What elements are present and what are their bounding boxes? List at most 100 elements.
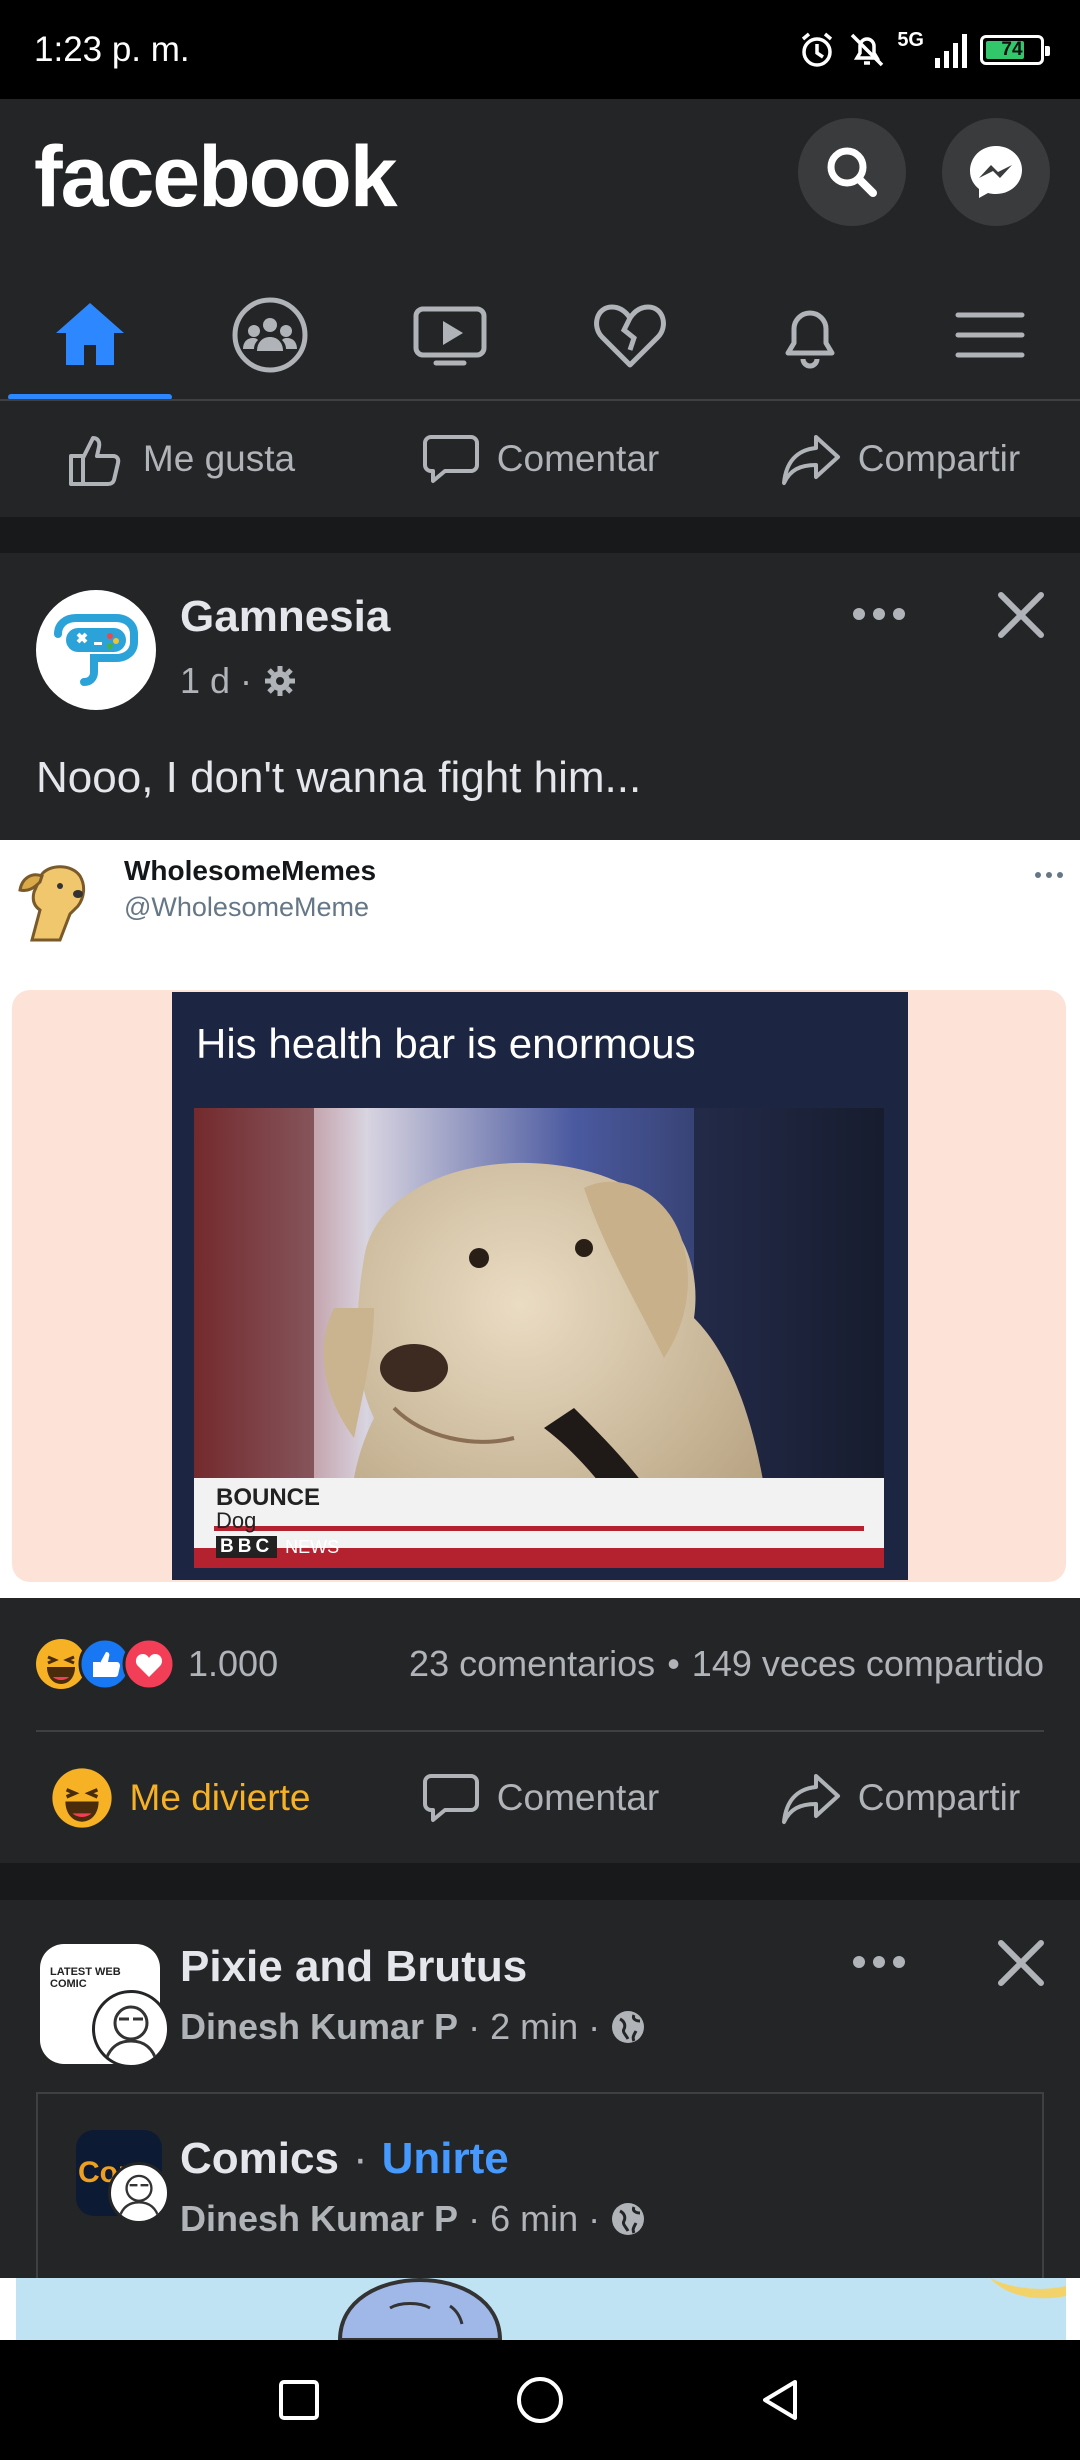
shared-group-line: Comics · Unirte [180, 2134, 509, 2184]
post-meta: 1 d · [180, 660, 298, 702]
gear-icon [265, 666, 296, 696]
reaction-button[interactable]: Me divierte [0, 1740, 360, 1856]
dog-avatar-icon [18, 865, 86, 942]
tab-groups[interactable] [180, 270, 360, 400]
meme-text: His health bar is enormous [196, 1020, 696, 1067]
globe-icon [612, 2203, 645, 2235]
signal-icon [935, 34, 967, 68]
post2-title[interactable]: Pixie and Brutus [180, 1942, 527, 1992]
news-label: NEWS [285, 1536, 340, 1557]
meta-separator: · [240, 660, 253, 701]
video-icon [413, 306, 487, 366]
battery-level: 74 [1001, 39, 1023, 60]
close-icon[interactable] [996, 590, 1046, 640]
share-button[interactable]: Compartir [720, 401, 1080, 517]
meta-separator: · [588, 2198, 601, 2239]
recents-icon[interactable] [277, 2378, 321, 2422]
join-group-link[interactable]: Unirte [382, 2134, 509, 2184]
share-count[interactable]: 149 veces compartido [692, 1643, 1044, 1685]
tab-notifications[interactable] [720, 270, 900, 400]
shared-author[interactable]: Dinesh Kumar P [180, 2198, 458, 2240]
status-time: 1:23 p. m. [34, 30, 190, 69]
more-options-icon[interactable] [852, 604, 906, 624]
home-nav-icon[interactable] [515, 2375, 565, 2425]
home-icon [56, 303, 124, 365]
tweet-avatar [12, 854, 102, 944]
post-image[interactable]: WholesomeMemes @WholesomeMeme His health… [0, 840, 1080, 1598]
shared-group-name[interactable]: Comics [180, 2134, 339, 2184]
post2-time: 2 min [490, 2006, 579, 2047]
menu-icon [955, 312, 1025, 358]
post2-meta: Dinesh Kumar P · 2 min · [180, 2006, 646, 2048]
share-label: Compartir [857, 1777, 1021, 1818]
search-icon [827, 147, 877, 197]
meme-panel: His health bar is enormous BOUNCE Dog BB… [172, 992, 908, 1580]
page-avatar[interactable] [36, 590, 156, 710]
post-caption: Nooo, I don't wanna fight him... [36, 753, 642, 802]
engagement-counts: 23 comentarios • 149 veces compartido [409, 1643, 1044, 1685]
share-icon [781, 435, 840, 485]
tab-home[interactable] [0, 270, 180, 400]
person-sketch-icon [117, 2174, 161, 2220]
post-action-bar: Me divierte Comentar Compartir [0, 1740, 1080, 1856]
gamnesia-logo-icon [54, 614, 138, 686]
comment-icon [422, 1774, 479, 1822]
search-button[interactable] [798, 118, 906, 226]
share-button-2[interactable]: Compartir [720, 1740, 1080, 1856]
meta-separator: · [468, 2006, 481, 2047]
tab-watch[interactable] [360, 270, 540, 400]
bbc-logo: BBC [216, 1536, 278, 1558]
tweet-more-icon [1035, 872, 1063, 878]
comment-count[interactable]: 23 comentarios [409, 1643, 655, 1685]
comment-icon [422, 435, 479, 483]
person-sketch-icon [103, 2005, 159, 2064]
share-label: Compartir [857, 438, 1021, 479]
love-reaction-icon [122, 1637, 176, 1691]
like-label: Me gusta [142, 438, 296, 479]
reactions-summary[interactable]: 1.000 [34, 1637, 278, 1691]
bbc-news-logo: BBC NEWS [216, 1536, 339, 1558]
comment-button-2[interactable]: Comentar [360, 1740, 720, 1856]
shared-post-meta: Dinesh Kumar P · 6 min · [180, 2198, 646, 2240]
messenger-icon [970, 146, 1022, 198]
page-name[interactable]: Gamnesia [180, 592, 390, 642]
share-icon [781, 1774, 840, 1824]
bell-icon [785, 310, 835, 369]
thumbs-up-icon [68, 436, 121, 486]
post2-author-avatar[interactable] [92, 1990, 170, 2068]
meta-separator: · [588, 2006, 601, 2047]
meta-separator: · [352, 2134, 368, 2183]
post2-author[interactable]: Dinesh Kumar P [180, 2006, 458, 2048]
messenger-button[interactable] [942, 118, 1050, 226]
tweet-display-name: WholesomeMemes [124, 855, 377, 886]
comment-label: Comentar [496, 1777, 660, 1818]
comment-label: Comentar [496, 438, 660, 479]
shared-author-avatar[interactable] [108, 2162, 170, 2224]
post-time: 1 d [180, 660, 231, 701]
facebook-logo: facebook [34, 129, 398, 225]
previous-post-action-bar: Me gusta Comentar Compartir [0, 401, 1080, 517]
reactions-divider [36, 1730, 1044, 1732]
comment-button[interactable]: Comentar [360, 401, 720, 517]
haha-emoji-icon [51, 1768, 112, 1828]
engagement-separator: • [667, 1643, 680, 1684]
system-nav-bar [0, 2340, 1080, 2460]
shared-time: 6 min [490, 2198, 579, 2239]
meta-separator: · [468, 2198, 481, 2239]
main-tabs [0, 270, 1080, 400]
post2-avatar-text: LATEST WEB COMIC [50, 1966, 121, 1990]
tab-dating[interactable] [540, 270, 720, 400]
shared-post-image[interactable] [0, 2278, 1080, 2340]
like-button[interactable]: Me gusta [0, 401, 360, 517]
battery-icon: 74 [980, 35, 1050, 65]
status-bar: 1:23 p. m. 5G 74 [0, 0, 1080, 99]
back-icon[interactable] [759, 2378, 803, 2422]
groups-icon [232, 297, 308, 373]
heart-icon [594, 304, 666, 368]
close-icon[interactable] [996, 1938, 1046, 1988]
tab-menu[interactable] [900, 270, 1080, 400]
globe-icon [612, 2011, 645, 2043]
bell-muted-icon [851, 33, 884, 67]
status-icons: 5G 74 [797, 26, 1050, 74]
more-options-icon[interactable] [852, 1952, 906, 1972]
